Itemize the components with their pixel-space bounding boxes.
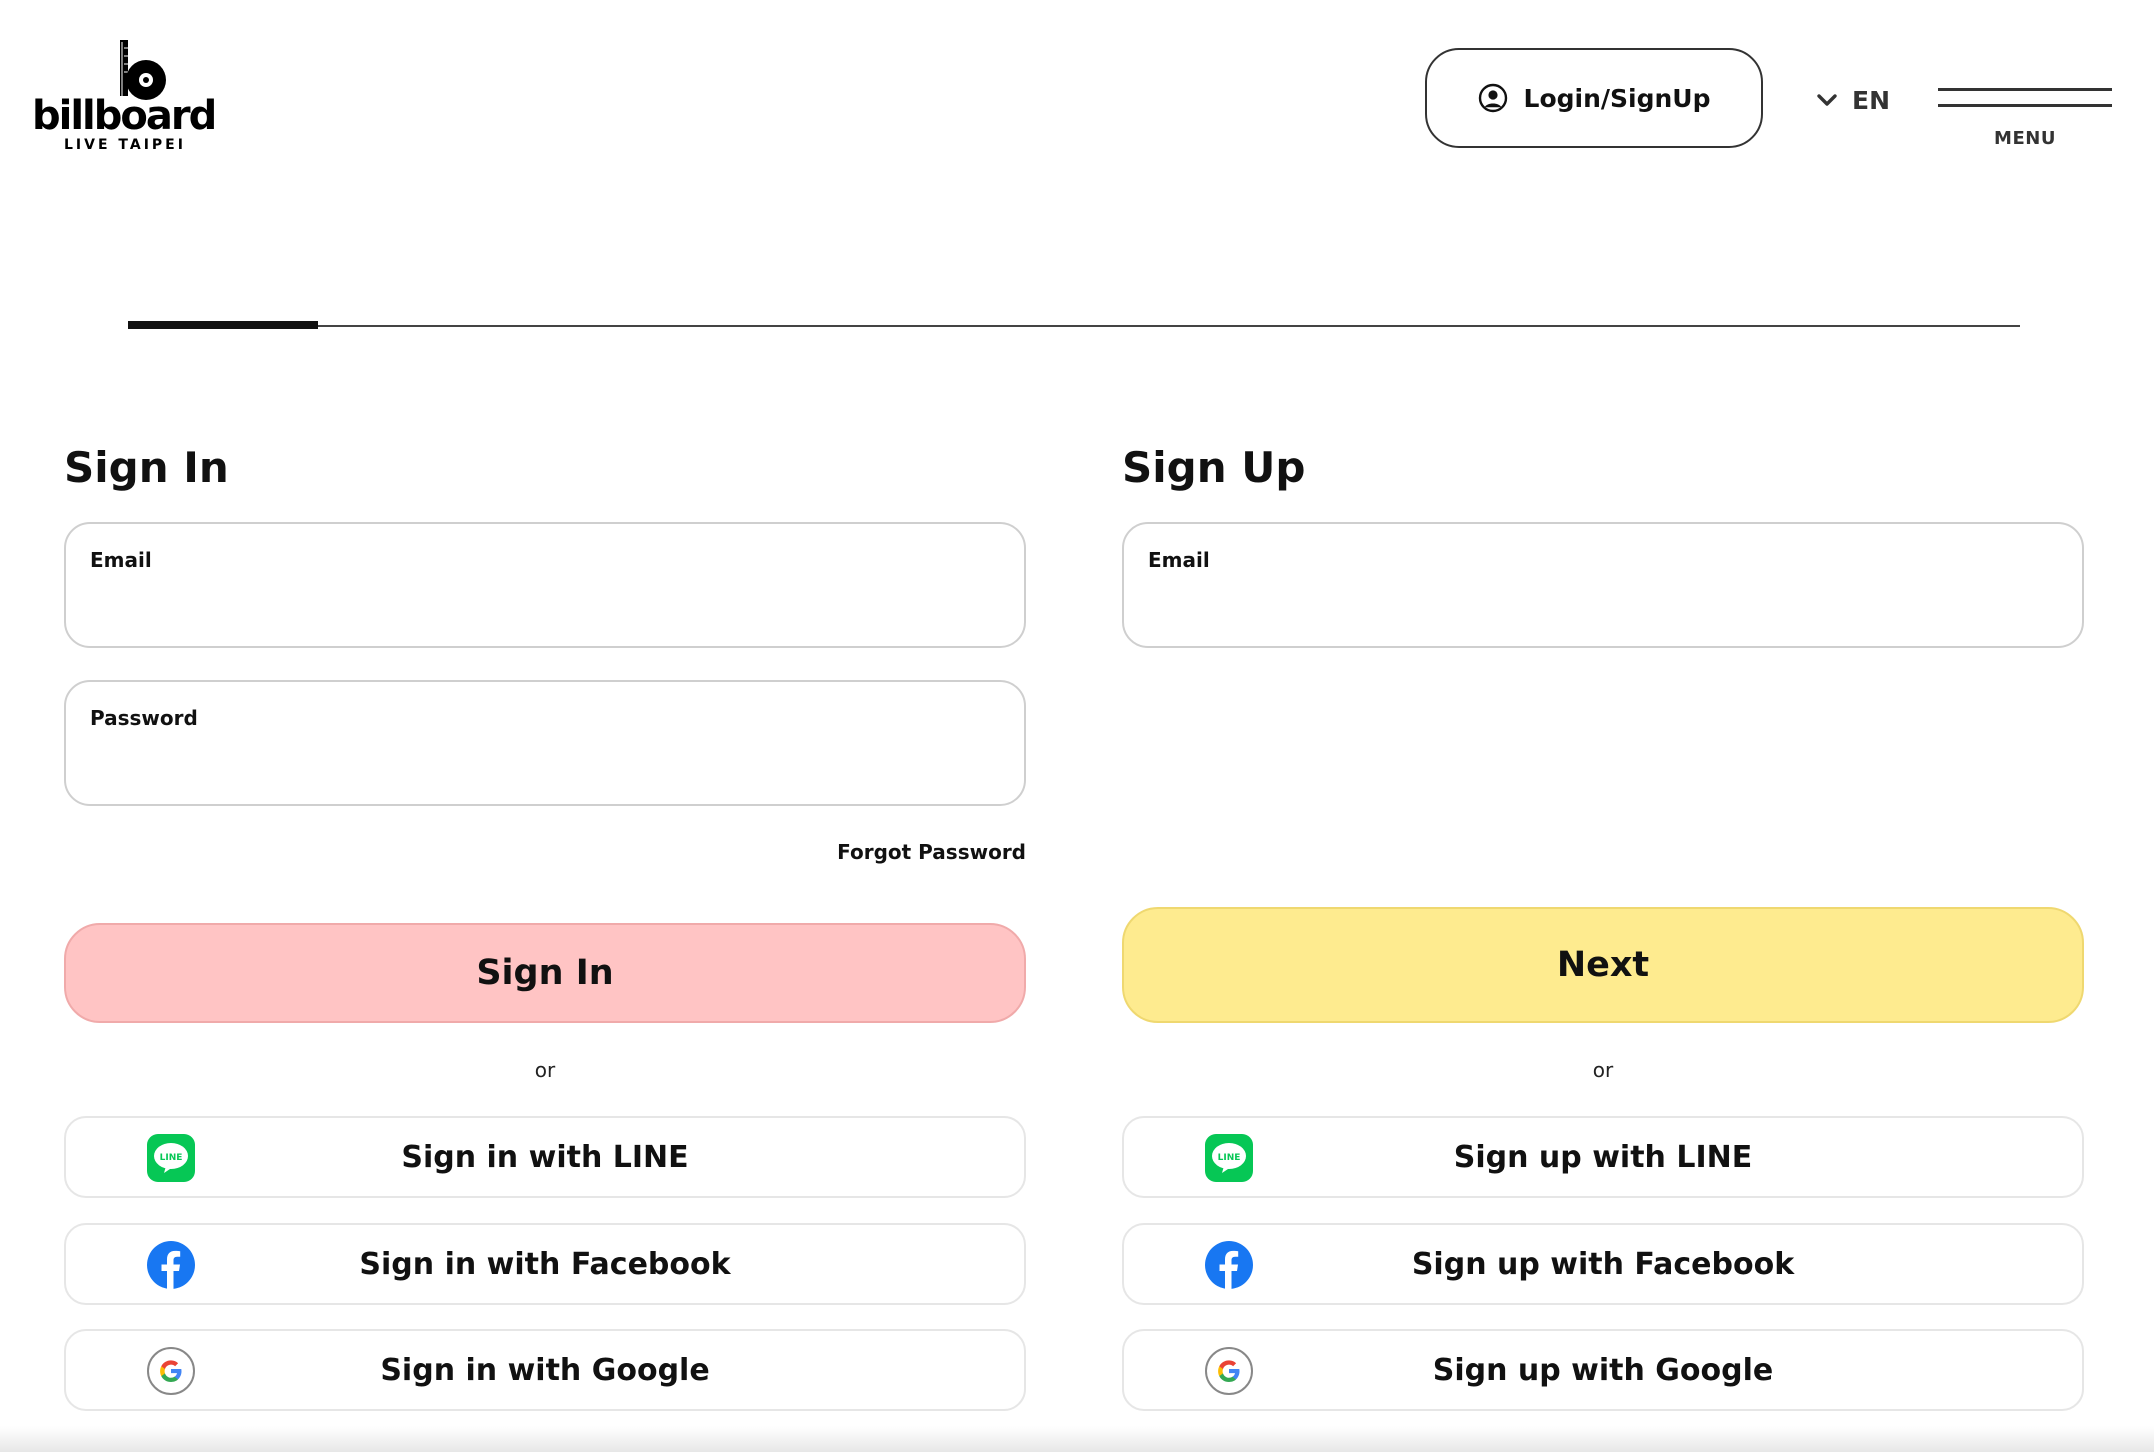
line-icon: LINE <box>1205 1134 1253 1182</box>
next-button[interactable]: Next <box>1122 907 2084 1023</box>
google-icon <box>147 1347 195 1395</box>
menu-bar-icon <box>1938 104 2112 107</box>
signin-google-label: Sign in with Google <box>380 1352 710 1388</box>
signin-title: Sign In <box>64 443 229 492</box>
menu-bar-icon <box>1938 88 2112 91</box>
signup-email-field[interactable]: Email <box>1122 522 2084 648</box>
signin-email-label: Email <box>90 548 152 572</box>
login-signup-button[interactable]: Login/SignUp <box>1425 48 1763 148</box>
signin-email-field[interactable]: Email <box>64 522 1026 648</box>
signin-password-label: Password <box>90 706 198 730</box>
signin-facebook-button[interactable]: Sign in with Facebook <box>64 1223 1026 1305</box>
billboard-logo[interactable]: billboard LIVE TAIPEI <box>30 38 217 158</box>
google-icon <box>1205 1347 1253 1395</box>
logo-wordmark: billboard <box>32 93 217 139</box>
logo-subtitle: LIVE TAIPEI <box>64 137 186 153</box>
progress-fill <box>128 321 318 329</box>
signup-facebook-label: Sign up with Facebook <box>1411 1246 1795 1282</box>
signup-email-input[interactable] <box>1148 586 2058 630</box>
signup-title: Sign Up <box>1122 443 1306 492</box>
signup-or-divider: or <box>1592 1058 1614 1082</box>
signin-facebook-label: Sign in with Facebook <box>359 1246 731 1282</box>
signin-google-button[interactable]: Sign in with Google <box>64 1329 1026 1411</box>
user-circle-icon <box>1478 83 1507 113</box>
signin-line-label: Sign in with LINE <box>401 1139 689 1175</box>
signup-google-label: Sign up with Google <box>1432 1352 1774 1388</box>
svg-text:LINE: LINE <box>1218 1153 1241 1163</box>
menu-label: MENU <box>1994 128 2056 149</box>
signin-panel: Sign In Email Password Forgot Password S… <box>64 440 1026 1411</box>
signin-or-divider: or <box>534 1058 556 1082</box>
signup-google-button[interactable]: Sign up with Google <box>1122 1329 2084 1411</box>
chevron-down-icon <box>1817 94 1837 106</box>
signin-email-input[interactable] <box>90 586 1000 630</box>
bottom-shade <box>0 1426 2154 1452</box>
facebook-icon <box>147 1241 195 1289</box>
menu-button[interactable]: MENU <box>1938 86 2112 152</box>
facebook-icon <box>1205 1241 1253 1289</box>
signup-panel: Sign Up Email Next or LINE Sign up with … <box>1122 440 2084 1411</box>
language-label: EN <box>1852 85 1891 115</box>
signup-line-label: Sign up with LINE <box>1453 1139 1753 1175</box>
language-selector[interactable]: EN <box>1816 80 1890 120</box>
logo-mark-icon <box>120 40 166 100</box>
signin-password-input[interactable] <box>90 744 1000 788</box>
signup-line-button[interactable]: LINE Sign up with LINE <box>1122 1116 2084 1198</box>
signin-password-field[interactable]: Password <box>64 680 1026 806</box>
signin-button[interactable]: Sign In <box>64 923 1026 1023</box>
page: billboard LIVE TAIPEI Login/SignUp EN ME… <box>0 0 2154 1452</box>
signup-facebook-button[interactable]: Sign up with Facebook <box>1122 1223 2084 1305</box>
svg-text:LINE: LINE <box>160 1153 183 1163</box>
signup-email-label: Email <box>1148 548 1210 572</box>
signin-line-button[interactable]: LINE Sign in with LINE <box>64 1116 1026 1198</box>
progress-track <box>128 325 2020 327</box>
line-icon: LINE <box>147 1134 195 1182</box>
forgot-password-link[interactable]: Forgot Password <box>837 840 1026 864</box>
login-signup-label: Login/SignUp <box>1523 83 1711 113</box>
